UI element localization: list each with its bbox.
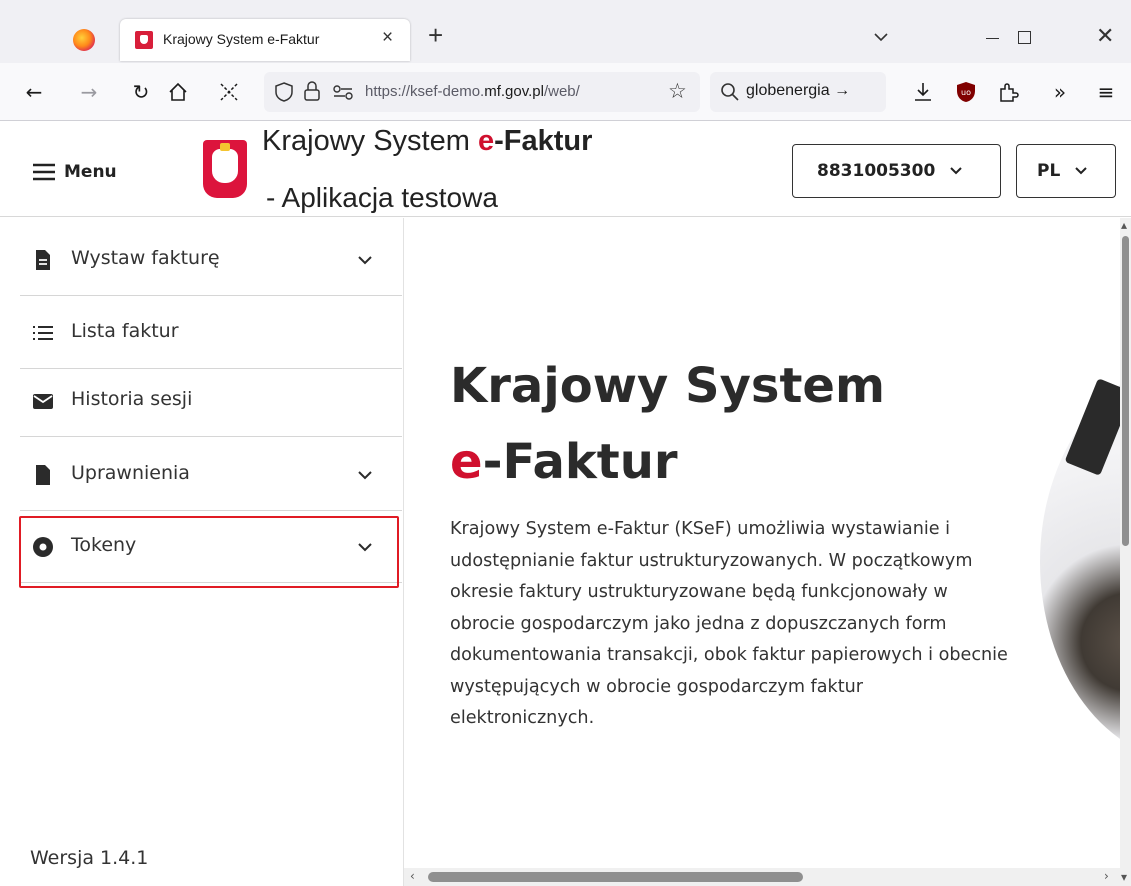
forward-arrow-icon[interactable]: → [77, 80, 101, 104]
tab-title: Krajowy System e-Faktur [163, 31, 320, 47]
app-version: Wersja 1.4.1 [30, 847, 149, 869]
permissions-icon[interactable] [332, 83, 354, 101]
chevron-down-icon[interactable] [356, 251, 374, 269]
more-tools-icon[interactable]: » [1048, 80, 1072, 104]
context-nip-value: 8831005300 [817, 161, 936, 181]
hamburger-menu-icon[interactable]: ≡ [1094, 80, 1118, 104]
envelope-icon [33, 394, 53, 409]
minimize-window-button[interactable] [986, 38, 999, 39]
scroll-down-arrow-icon[interactable]: ▾ [1121, 870, 1127, 884]
sidebar-item-uprawnienia[interactable]: Uprawnienia [20, 438, 402, 511]
new-tab-button[interactable]: + [428, 22, 443, 48]
url-text: https://ksef-demo.mf.gov.pl/web/ [365, 83, 580, 100]
address-bar[interactable]: https://ksef-demo.mf.gov.pl/web/ ☆ [264, 72, 700, 112]
chevron-down-icon [950, 167, 963, 175]
language-select[interactable]: PL [1016, 144, 1116, 198]
tokeny-highlight-box [19, 516, 399, 588]
menu-button[interactable]: Menu [32, 159, 117, 185]
reload-icon[interactable]: ↻ [129, 80, 153, 104]
ublock-shield-icon[interactable]: uo [954, 80, 978, 104]
sidebar-item-historia-sesji[interactable]: Historia sesji [20, 364, 402, 437]
horizontal-scroll-thumb[interactable] [428, 872, 803, 882]
scroll-left-arrow-icon[interactable]: ‹ [410, 869, 415, 883]
chevron-down-icon[interactable] [356, 466, 374, 484]
search-text: globenergia → [746, 82, 851, 99]
sidebar-item-lista-faktur[interactable]: Lista faktur [20, 296, 402, 369]
browser-tab-bar: Krajowy System e-Faktur × + ✕ [0, 0, 1131, 63]
app-subtitle: - Aplikacja testowa [266, 182, 498, 213]
sidebar-item-wystaw-fakture[interactable]: Wystaw fakturę [20, 223, 402, 296]
list-icon [33, 326, 53, 340]
app-title: Krajowy System e-Faktur [262, 125, 593, 157]
list-all-tabs-icon[interactable] [870, 26, 892, 48]
downloads-icon[interactable] [911, 80, 935, 104]
chevron-down-icon [1075, 167, 1088, 175]
sidebar-item-label: Historia sesji [71, 388, 193, 410]
hero-title-line1: Krajowy System [450, 358, 885, 414]
firefox-view-icon[interactable] [73, 29, 95, 51]
hero-title-line2: e-Faktur [450, 434, 678, 490]
sidebar-item-label: Uprawnienia [71, 462, 190, 484]
document-icon [36, 250, 50, 270]
extensions-icon[interactable] [996, 80, 1020, 104]
scroll-up-arrow-icon[interactable]: ▴ [1121, 218, 1127, 232]
sidebar-item-label: Lista faktur [71, 320, 179, 342]
lock-icon[interactable] [302, 80, 322, 102]
hamburger-icon [33, 163, 55, 181]
tab-close-button[interactable]: × [382, 27, 393, 49]
menu-label: Menu [64, 162, 117, 182]
horizontal-scrollbar[interactable]: ‹ › [404, 868, 1120, 886]
polish-eagle-emblem-icon [203, 140, 247, 198]
hero-description: Krajowy System e-Faktur (KSeF) umożliwia… [450, 519, 1008, 728]
app-header: Menu Krajowy System e-Faktur - Aplikacja… [0, 122, 1131, 217]
svg-text:uo: uo [961, 88, 971, 97]
bookmark-star-icon[interactable]: ☆ [668, 79, 687, 103]
back-arrow-icon[interactable]: ← [22, 80, 46, 104]
browser-nav-bar: ← → ↻ https://ksef-demo.mf.gov.pl/web/ ☆… [0, 63, 1131, 121]
search-icon [721, 83, 739, 101]
shield-icon[interactable] [273, 81, 295, 103]
context-nip-select[interactable]: 8831005300 [792, 144, 1001, 198]
close-window-button[interactable]: ✕ [1096, 23, 1114, 49]
home-icon[interactable] [166, 80, 190, 104]
vertical-scrollbar[interactable]: ▴ ▾ [1120, 218, 1131, 886]
screenshot-icon[interactable] [217, 80, 241, 104]
hero-laptop-image [1040, 362, 1120, 762]
main-content: Krajowy System e-Faktur Krajowy System e… [404, 218, 1120, 868]
browser-tab[interactable]: Krajowy System e-Faktur × [120, 19, 410, 61]
maximize-window-button[interactable] [1018, 31, 1031, 44]
scroll-right-arrow-icon[interactable]: › [1104, 869, 1109, 883]
vertical-scroll-thumb[interactable] [1122, 236, 1129, 546]
search-bar[interactable]: globenergia → [710, 72, 886, 112]
ksef-favicon-icon [135, 31, 153, 49]
sidebar-item-label: Wystaw fakturę [71, 247, 220, 269]
language-value: PL [1037, 161, 1061, 181]
sidebar-nav: Wystaw fakturę Lista faktur Historia ses… [0, 218, 404, 886]
file-icon [36, 465, 50, 485]
